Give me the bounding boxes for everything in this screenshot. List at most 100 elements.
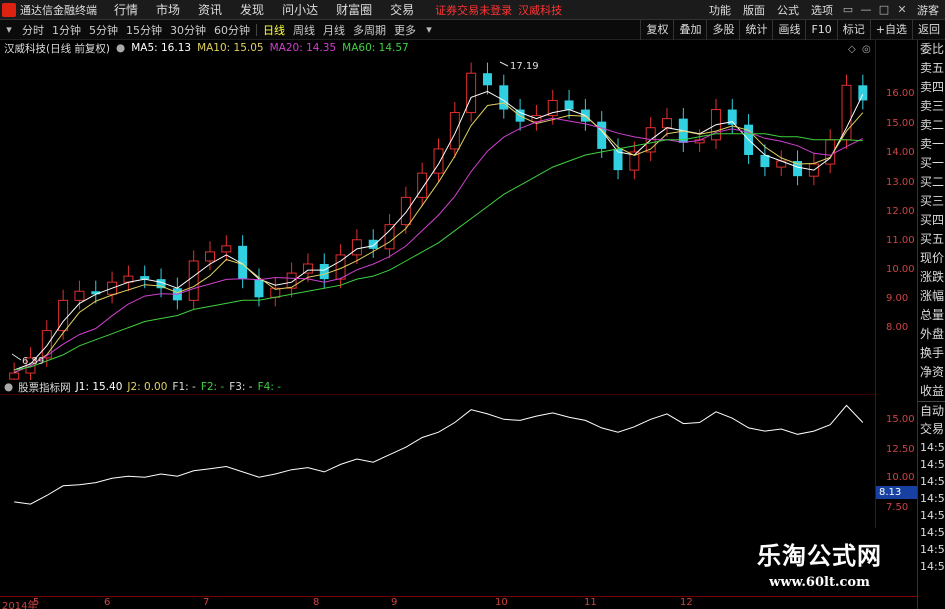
period-1min[interactable]: 1分钟 bbox=[48, 22, 85, 38]
date-label: 11 bbox=[584, 597, 597, 608]
period-60min[interactable]: 60分钟 bbox=[210, 22, 254, 38]
period-intraday[interactable]: 分时 bbox=[18, 22, 48, 38]
period-weekly[interactable]: 周线 bbox=[289, 22, 319, 38]
adjust-button[interactable]: 复权 bbox=[640, 19, 673, 40]
date-axis: 2014年 5 6 7 8 9 10 11 12 bbox=[0, 596, 917, 609]
user-guest[interactable]: 游客 bbox=[911, 2, 945, 18]
candle-body bbox=[351, 239, 362, 256]
period-more[interactable]: 更多 bbox=[390, 22, 420, 38]
maximize-icon[interactable]: □ bbox=[875, 3, 893, 16]
stock-title: 汉威科技(日线 前复权) bbox=[4, 42, 111, 55]
indicator-tick: 12.50 bbox=[886, 444, 915, 455]
minimize-icon[interactable]: — bbox=[857, 3, 875, 16]
price-tick: 12.00 bbox=[886, 206, 915, 217]
tick-time: 14:50 bbox=[920, 441, 945, 454]
main-legend: 汉威科技(日线 前复权) ● MA5: 16.13 MA10: 15.05 MA… bbox=[4, 41, 415, 55]
menu-ask-xiaoda[interactable]: 问小达 bbox=[273, 1, 327, 18]
f10-button[interactable]: F10 bbox=[805, 19, 836, 40]
menu-news[interactable]: 资讯 bbox=[189, 1, 231, 18]
candle-body bbox=[368, 239, 378, 249]
settings-circle-icon[interactable]: ◎ bbox=[862, 44, 871, 55]
draw-line-button[interactable]: 画线 bbox=[772, 19, 805, 40]
menu-quotes[interactable]: 行情 bbox=[105, 1, 147, 18]
candles bbox=[9, 62, 868, 380]
close-icon[interactable]: ✕ bbox=[893, 3, 911, 16]
candlestick-chart[interactable]: 17.19 6.89 ◇ ◎ bbox=[0, 40, 875, 380]
add-watchlist-button[interactable]: +自选 bbox=[869, 19, 912, 40]
gear-icon[interactable]: ● bbox=[116, 42, 125, 54]
collapse-arrow-icon[interactable]: ▾ bbox=[0, 23, 18, 36]
multi-stock-button[interactable]: 多股 bbox=[706, 19, 739, 40]
date-label: 6 bbox=[104, 597, 111, 608]
period-daily[interactable]: 日线 bbox=[259, 22, 289, 38]
ma10-value: MA10: 15.05 bbox=[197, 42, 264, 54]
auto-tab[interactable]: 自动 bbox=[918, 401, 945, 420]
side-item: 涨跌 bbox=[920, 270, 945, 284]
candle-body bbox=[662, 118, 672, 129]
menu-wealth-circle[interactable]: 财富圈 bbox=[327, 1, 381, 18]
diamond-icon[interactable]: ◇ bbox=[848, 44, 856, 55]
menu-layout[interactable]: 版面 bbox=[737, 2, 771, 18]
period-30min[interactable]: 30分钟 bbox=[166, 22, 210, 38]
j2-value: J2: 0.00 bbox=[127, 381, 168, 393]
trade-tab[interactable]: 交易 bbox=[918, 420, 945, 439]
indicator-title: 股票指标网 bbox=[18, 381, 71, 394]
side-item: 收益 bbox=[920, 384, 945, 398]
watermark-title: 乐淘公式网 bbox=[757, 541, 882, 570]
period-15min[interactable]: 15分钟 bbox=[122, 22, 166, 38]
menu-formula[interactable]: 公式 bbox=[771, 2, 805, 18]
indicator-chart[interactable] bbox=[0, 394, 875, 524]
restore-icon[interactable]: ▭ bbox=[839, 3, 857, 16]
menu-trade[interactable]: 交易 bbox=[381, 1, 423, 18]
period-5min[interactable]: 5分钟 bbox=[85, 22, 122, 38]
side-item: 总量 bbox=[920, 308, 945, 322]
side-item: 买三 bbox=[920, 194, 945, 208]
side-item: 买五 bbox=[920, 232, 945, 246]
period-monthly[interactable]: 月线 bbox=[319, 22, 349, 38]
side-item: 卖五 bbox=[920, 61, 945, 75]
menu-functions[interactable]: 功能 bbox=[703, 2, 737, 18]
side-item: 卖四 bbox=[920, 80, 945, 94]
watermark: 乐淘公式网 www.60lt.com bbox=[722, 528, 917, 596]
date-label: 8 bbox=[313, 597, 320, 608]
indicator-tick: 7.50 bbox=[886, 502, 909, 513]
tick-time: 14:50 bbox=[920, 492, 945, 505]
ma5-line bbox=[14, 90, 864, 371]
mark-button[interactable]: 标记 bbox=[836, 19, 870, 40]
candle-body bbox=[466, 72, 477, 114]
side-item: 卖二 bbox=[920, 118, 945, 132]
tdx-logo-icon bbox=[2, 2, 16, 17]
current-price-box: 8.13 bbox=[876, 486, 918, 499]
candle-body bbox=[384, 224, 395, 250]
candle-body bbox=[188, 260, 199, 301]
candle-body bbox=[449, 112, 460, 150]
app-title: 通达信金融终端 bbox=[20, 3, 97, 17]
side-item: 外盘 bbox=[920, 327, 945, 341]
candle-body bbox=[254, 279, 264, 298]
statistics-button[interactable]: 统计 bbox=[739, 19, 772, 40]
candle-body bbox=[205, 251, 215, 262]
trade-login-alert[interactable]: 证券交易未登录 bbox=[435, 2, 512, 18]
divider bbox=[256, 23, 257, 36]
candle-body bbox=[400, 196, 411, 226]
quote-side-panel: 委比 卖五 卖四 卖三 卖二 卖一 买一 买二 买三 买四 买五 现价 涨跌 涨… bbox=[917, 40, 945, 609]
back-button[interactable]: 返回 bbox=[912, 19, 945, 40]
f1-value: F1: - bbox=[172, 381, 196, 393]
menu-discover[interactable]: 发现 bbox=[231, 1, 273, 18]
menu-market[interactable]: 市场 bbox=[147, 1, 189, 18]
candle-body bbox=[74, 290, 85, 301]
date-label: 10 bbox=[495, 597, 508, 608]
menu-options[interactable]: 选项 bbox=[805, 2, 839, 18]
candle-body bbox=[482, 73, 492, 86]
indicator-gear-icon[interactable]: ● bbox=[4, 381, 13, 393]
side-item: 买二 bbox=[920, 175, 945, 189]
overlay-button[interactable]: 叠加 bbox=[673, 19, 706, 40]
dropdown-icon[interactable]: ▾ bbox=[420, 23, 438, 36]
date-label: 5 bbox=[33, 597, 40, 608]
tick-time: 14:50 bbox=[920, 526, 945, 539]
side-item: 现价 bbox=[920, 251, 945, 265]
price-tick: 16.00 bbox=[886, 88, 915, 99]
period-toolbar: ▾ 分时 1分钟 5分钟 15分钟 30分钟 60分钟 日线 周线 月线 多周期… bbox=[0, 19, 945, 40]
period-multi[interactable]: 多周期 bbox=[349, 22, 390, 38]
price-axis: 16.00 15.00 14.00 13.00 12.00 11.00 10.0… bbox=[875, 40, 917, 380]
